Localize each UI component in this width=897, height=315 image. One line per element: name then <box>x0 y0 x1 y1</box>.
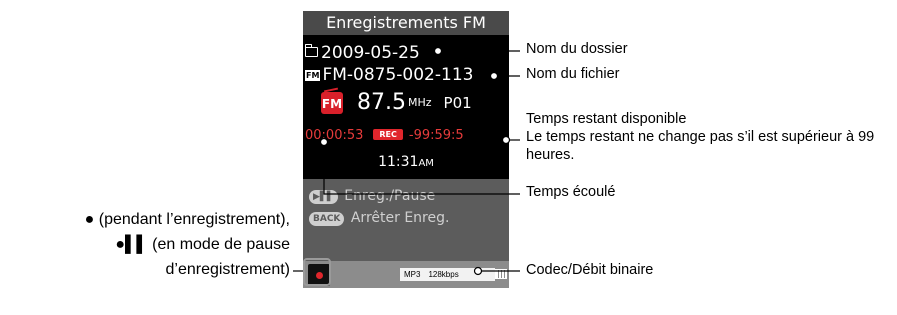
leader-elapsed <box>323 142 520 195</box>
leader-codec-dot <box>473 266 483 276</box>
callout-record-indicator: ● (pendant l’enregistrement), ●▌▌ (en mo… <box>28 207 290 282</box>
callout-remaining-note: Le temps restant ne change pas s’il est … <box>526 129 875 163</box>
callout-codec: Codec/Débit binaire <box>526 262 654 278</box>
callout-file-name: Nom du fichier <box>526 66 620 82</box>
callout-rec-line1: ● (pendant l’enregistrement), <box>84 211 290 228</box>
callout-rec-line3: d’enregistrement) <box>165 261 291 278</box>
callout-folder-name: Nom du dossier <box>526 41 628 57</box>
callout-remaining: Temps restant disponible Le temps restan… <box>526 110 891 164</box>
leader-elapsed-dot <box>319 137 329 147</box>
callout-elapsed: Temps écoulé <box>526 184 616 200</box>
leader-file-dot <box>489 71 499 81</box>
leader-remaining-dot <box>501 135 511 145</box>
rec-button-highlight <box>303 258 331 286</box>
leader-folder-dot <box>433 46 443 56</box>
callout-remaining-title: Temps restant disponible <box>526 111 687 127</box>
callout-rec-line2: ●▌▌ (en mode de pause <box>115 236 290 253</box>
